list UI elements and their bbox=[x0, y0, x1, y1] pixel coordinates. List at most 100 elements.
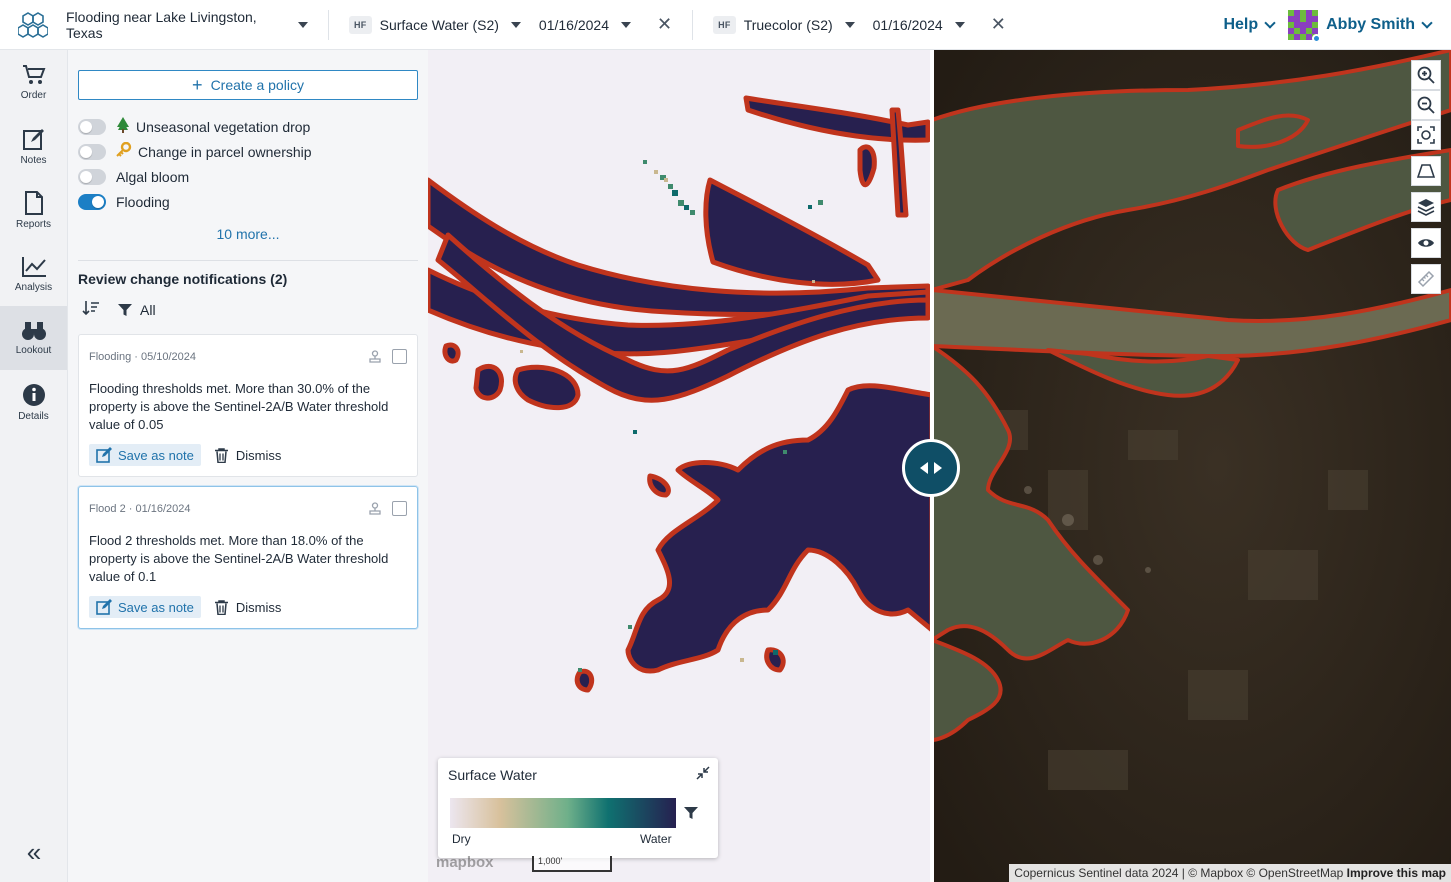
stamp-icon[interactable] bbox=[368, 501, 382, 516]
policy-label: Change in parcel ownership bbox=[138, 143, 312, 160]
rail-item-notes[interactable]: Notes bbox=[0, 114, 67, 178]
rail-label: Details bbox=[18, 410, 49, 422]
tree-icon bbox=[116, 117, 130, 136]
layer-date[interactable]: 01/16/2024 bbox=[539, 17, 609, 33]
chevron-down-icon bbox=[1264, 16, 1276, 29]
policy-toggle-algal[interactable]: Algal bloom bbox=[78, 164, 312, 189]
layer-name: Truecolor (S2) bbox=[743, 16, 833, 33]
save-as-note-button[interactable]: Save as note bbox=[89, 596, 201, 618]
measure-button[interactable] bbox=[1411, 264, 1441, 294]
project-selector[interactable]: Flooding near Lake Livingston, Texas bbox=[66, 9, 328, 41]
dismiss-button[interactable]: Dismiss bbox=[214, 599, 282, 615]
top-bar: Flooding near Lake Livingston, Texas HF … bbox=[0, 0, 1451, 50]
zoom-out-icon bbox=[1417, 96, 1435, 114]
filter-icon[interactable] bbox=[684, 806, 698, 820]
rail-item-order[interactable]: Order bbox=[0, 50, 67, 114]
rail-item-details[interactable]: Details bbox=[0, 370, 67, 434]
rail-label: Order bbox=[20, 89, 47, 101]
trash-icon bbox=[214, 599, 228, 615]
rail-label: Notes bbox=[20, 154, 47, 166]
eye-icon bbox=[1418, 239, 1434, 247]
rail-item-lookout[interactable]: Lookout bbox=[0, 306, 67, 370]
arrow-right-icon bbox=[934, 462, 942, 474]
layers-button[interactable] bbox=[1411, 192, 1441, 222]
mapbox-logo-text: mapbox bbox=[436, 854, 494, 871]
surface-water-legend: Surface Water Dry Water bbox=[438, 758, 718, 858]
select-checkbox[interactable] bbox=[392, 349, 407, 364]
zoom-in-button[interactable] bbox=[1411, 60, 1441, 90]
policy-toggle-ownership[interactable]: Change in parcel ownership bbox=[78, 139, 312, 164]
save-as-note-label: Save as note bbox=[118, 447, 194, 463]
dismiss-label: Dismiss bbox=[235, 447, 282, 463]
user-name: Abby Smith bbox=[1326, 15, 1415, 33]
create-policy-button[interactable]: + Create a policy bbox=[78, 70, 418, 100]
save-as-note-button[interactable]: Save as note bbox=[89, 444, 201, 466]
filter-button[interactable]: All bbox=[118, 302, 156, 318]
mapbox-logo[interactable]: mapbox bbox=[436, 854, 494, 871]
lookout-panel: + Create a policy Unseasonal vegetation … bbox=[68, 50, 428, 882]
chevron-down-icon bbox=[1421, 16, 1433, 29]
sort-icon[interactable] bbox=[82, 300, 100, 319]
notification-card[interactable]: Flood 2 · 01/16/2024 Flood 2 thresholds … bbox=[78, 486, 418, 629]
perspective-icon bbox=[1417, 164, 1435, 178]
hf-badge: HF bbox=[349, 15, 372, 34]
toggle-switch[interactable] bbox=[78, 193, 106, 210]
close-layer-button[interactable]: ✕ bbox=[991, 14, 1006, 35]
toggle-switch[interactable] bbox=[78, 168, 106, 185]
hf-badge: HF bbox=[713, 15, 736, 34]
app-logo-icon[interactable] bbox=[0, 0, 66, 50]
policy-toggle-flooding[interactable]: Flooding bbox=[78, 189, 312, 214]
document-icon bbox=[24, 190, 43, 215]
improve-map-link[interactable]: Improve this map bbox=[1347, 866, 1446, 880]
layer-name: Surface Water (S2) bbox=[379, 16, 499, 33]
map-toolbar bbox=[1411, 60, 1443, 294]
collapse-legend-icon[interactable] bbox=[696, 766, 710, 780]
policy-label: Flooding bbox=[116, 193, 170, 210]
policy-label: Unseasonal vegetation drop bbox=[136, 118, 311, 135]
trash-icon bbox=[214, 447, 228, 463]
legend-title: Surface Water bbox=[448, 767, 537, 783]
rail-label: Analysis bbox=[14, 281, 53, 293]
scale-bar: 1,000' bbox=[532, 856, 612, 872]
dismiss-button[interactable]: Dismiss bbox=[214, 447, 282, 463]
help-menu[interactable]: Help bbox=[1223, 15, 1276, 34]
zoom-extent-button[interactable] bbox=[1411, 120, 1441, 150]
status-dot bbox=[1312, 33, 1322, 43]
toggle-switch[interactable] bbox=[78, 143, 106, 160]
policy-label: Algal bloom bbox=[116, 168, 190, 185]
compare-slider-handle[interactable] bbox=[902, 439, 960, 497]
chevron-down-icon bbox=[954, 21, 965, 28]
binoculars-icon bbox=[21, 321, 46, 340]
user-menu[interactable]: Abby Smith bbox=[1288, 9, 1433, 43]
notification-card[interactable]: Flooding · 05/10/2024 Flooding threshold… bbox=[78, 334, 418, 477]
rail-item-reports[interactable]: Reports bbox=[0, 178, 67, 242]
rail-item-analysis[interactable]: Analysis bbox=[0, 242, 67, 306]
policy-toggle-vegetation[interactable]: Unseasonal vegetation drop bbox=[78, 114, 312, 139]
toggle-switch[interactable] bbox=[78, 118, 106, 135]
cart-icon bbox=[22, 64, 45, 84]
stamp-icon[interactable] bbox=[368, 349, 382, 364]
layers-icon bbox=[1417, 199, 1435, 216]
layer-date[interactable]: 01/16/2024 bbox=[873, 17, 943, 33]
plus-icon: + bbox=[192, 75, 203, 95]
create-policy-label: Create a policy bbox=[210, 77, 304, 93]
chevron-down-icon bbox=[620, 21, 631, 28]
tilt-button[interactable] bbox=[1411, 156, 1441, 186]
layer-selector-2[interactable]: HF Truecolor (S2) 01/16/2024 ✕ bbox=[693, 14, 1018, 35]
close-layer-button[interactable]: ✕ bbox=[657, 14, 672, 35]
layer-selector-1[interactable]: HF Surface Water (S2) 01/16/2024 ✕ bbox=[329, 14, 684, 35]
select-checkbox[interactable] bbox=[392, 501, 407, 516]
notification-body: Flooding thresholds met. More than 30.0%… bbox=[89, 381, 389, 432]
arrow-left-icon bbox=[920, 462, 928, 474]
more-policies-link[interactable]: 10 more... bbox=[68, 226, 428, 242]
help-label: Help bbox=[1223, 15, 1259, 33]
visibility-button[interactable] bbox=[1411, 228, 1441, 258]
zoom-out-button[interactable] bbox=[1411, 90, 1441, 120]
collapse-panel-icon[interactable]: « bbox=[0, 837, 68, 868]
dismiss-label: Dismiss bbox=[235, 599, 282, 615]
divider bbox=[78, 260, 418, 261]
map-view[interactable]: Surface Water Dry Water mapbox 1,000' Co… bbox=[428, 50, 1451, 882]
policy-toggles: Unseasonal vegetation drop Change in par… bbox=[78, 114, 312, 214]
note-edit-icon bbox=[22, 128, 44, 150]
rail-label: Lookout bbox=[15, 344, 52, 356]
